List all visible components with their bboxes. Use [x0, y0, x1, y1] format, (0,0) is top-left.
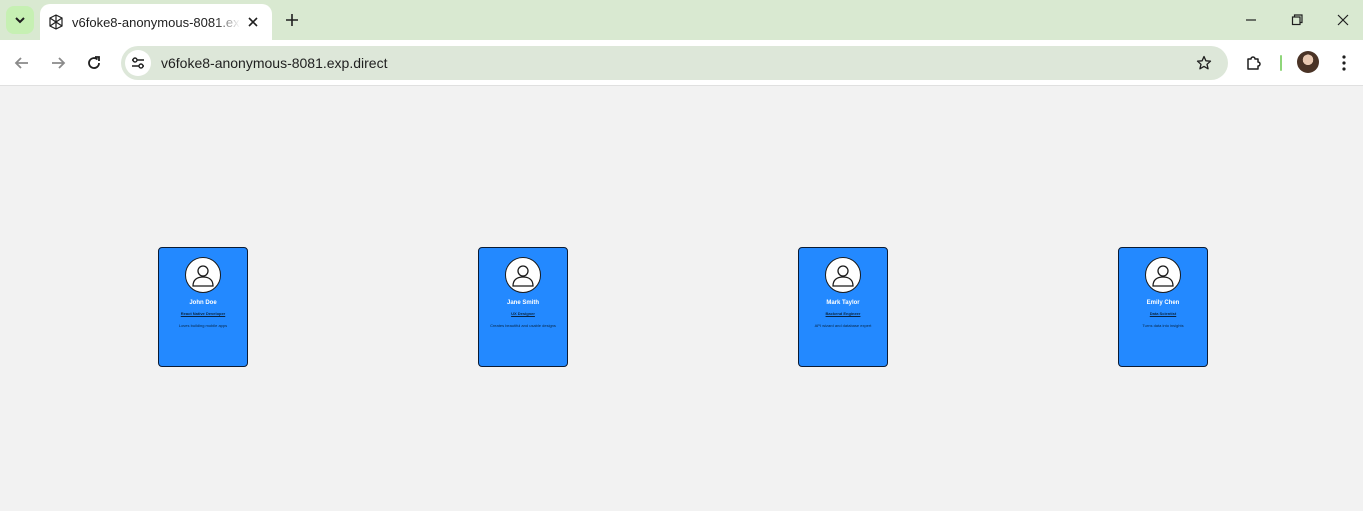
profile-role: UX Designer: [511, 311, 535, 316]
user-outline-icon: [825, 257, 861, 293]
profile-card: Emily Chen Data Scientist Turns data int…: [1118, 247, 1208, 367]
active-tab[interactable]: v6foke8-anonymous-8081.exp.direct: [40, 4, 272, 40]
arrow-right-icon: [52, 57, 66, 69]
tab-close-button[interactable]: [244, 13, 262, 31]
profile-name: Emily Chen: [1146, 300, 1180, 306]
tab-search-button[interactable]: [6, 6, 34, 34]
address-bar[interactable]: v6foke8-anonymous-8081.exp.direct: [121, 46, 1228, 80]
new-tab-button[interactable]: [282, 10, 302, 30]
toolbar-separator: [1280, 55, 1282, 71]
browser-toolbar: v6foke8-anonymous-8081.exp.direct: [0, 40, 1363, 86]
profile-description: API wizard and database expert: [814, 323, 872, 328]
profile-role: React Native Developer: [180, 311, 226, 316]
tab-title: v6foke8-anonymous-8081.exp.direct: [72, 14, 240, 30]
chevron-down-icon: [15, 17, 25, 24]
more-vert-icon: [1342, 55, 1346, 71]
profile-description: Turns data into insights: [1142, 323, 1184, 328]
profile-card: John Doe React Native Developer Loves bu…: [158, 247, 248, 367]
puzzle-icon: [1247, 56, 1261, 70]
profile-description: Loves building mobile apps: [178, 323, 228, 328]
close-window-button[interactable]: [1320, 0, 1363, 40]
profile-card: Jane Smith UX Designer Creates beautiful…: [478, 247, 568, 367]
reload-icon: [88, 56, 100, 69]
minimize-button[interactable]: [1228, 0, 1274, 40]
plus-icon: [286, 14, 298, 26]
reload-button[interactable]: [80, 49, 108, 77]
profile-name: John Doe: [189, 300, 217, 306]
tab-strip: v6foke8-anonymous-8081.exp.direct: [0, 0, 1363, 40]
profile-avatar[interactable]: [1297, 51, 1319, 73]
profile-name: Mark Taylor: [826, 300, 860, 306]
extensions-button[interactable]: [1242, 50, 1266, 74]
url-text[interactable]: v6foke8-anonymous-8081.exp.direct: [161, 55, 387, 71]
expo-logo-icon: [48, 14, 64, 30]
minimize-icon: [1246, 19, 1256, 21]
profile-card: Mark Taylor Backend Engineer API wizard …: [798, 247, 888, 367]
close-icon: [248, 17, 258, 27]
arrow-left-icon: [14, 57, 28, 69]
profile-role: Backend Engineer: [825, 311, 861, 316]
browser-menu-button[interactable]: [1334, 51, 1354, 75]
profile-name: Jane Smith: [506, 300, 539, 306]
profile-role: Data Scientist: [1149, 311, 1177, 316]
profile-description: Creates beautiful and usable designs: [490, 323, 556, 328]
close-icon: [1337, 14, 1349, 26]
user-outline-icon: [1145, 257, 1181, 293]
bookmark-button[interactable]: [1194, 53, 1214, 73]
back-button[interactable]: [8, 49, 36, 77]
restore-icon: [1291, 14, 1303, 26]
tune-icon: [132, 57, 144, 69]
restore-button[interactable]: [1274, 0, 1320, 40]
star-icon: [1196, 55, 1212, 70]
user-outline-icon: [185, 257, 221, 293]
user-outline-icon: [505, 257, 541, 293]
forward-button[interactable]: [44, 49, 72, 77]
site-info-button[interactable]: [125, 50, 151, 76]
